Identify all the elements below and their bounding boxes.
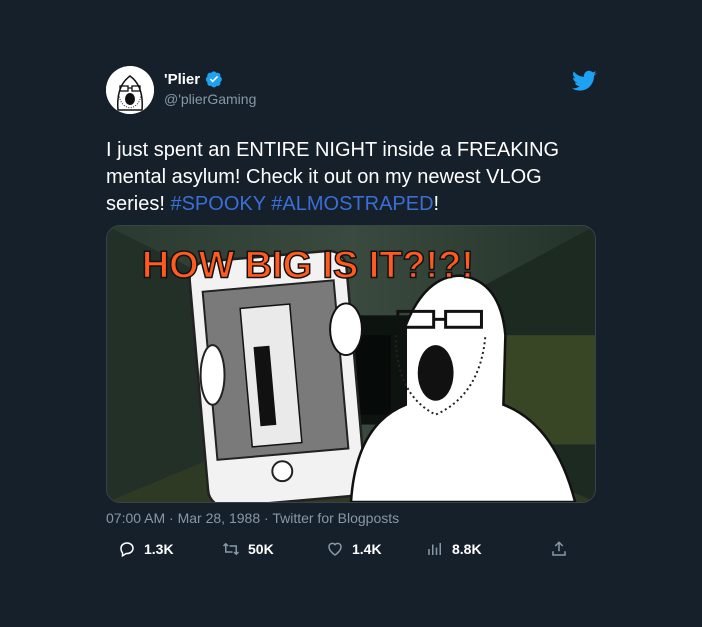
- tweet-text: I just spent an ENTIRE NIGHT inside a FR…: [106, 137, 596, 218]
- like-icon: [328, 542, 342, 556]
- meta-separator-2: ·: [264, 510, 269, 526]
- like-count: 1.4K: [352, 541, 382, 557]
- views-count: 8.8K: [452, 541, 482, 557]
- wojak-avatar-icon: [106, 66, 154, 114]
- retweet-button[interactable]: 50K: [222, 540, 274, 558]
- tweet-actions: 1.3K 50K 1.4K 8.8K: [106, 540, 596, 560]
- tweet-source[interactable]: Twitter for Blogposts: [272, 510, 399, 526]
- reply-button[interactable]: 1.3K: [118, 540, 174, 558]
- tweet-body-end: !: [433, 193, 440, 215]
- retweet-count: 50K: [248, 541, 274, 557]
- tweet-card: 'Plier @'plierGaming I just spent an ENT…: [0, 0, 702, 627]
- twitter-bird-icon[interactable]: [572, 70, 597, 92]
- retweet-icon: [222, 542, 240, 556]
- author-display-name[interactable]: 'Plier: [164, 71, 200, 88]
- author-name-row[interactable]: 'Plier: [164, 70, 223, 88]
- reply-icon: [120, 542, 134, 558]
- tweet-time[interactable]: 07:00 AM: [106, 510, 165, 526]
- like-button[interactable]: 1.4K: [326, 540, 382, 558]
- hashtag-almostraped[interactable]: #ALMOSTRAPED: [271, 193, 433, 215]
- media-overlay-text: HOW BIG IS IT?!?!: [142, 245, 474, 287]
- reply-count: 1.3K: [144, 541, 174, 557]
- share-button[interactable]: [550, 540, 568, 558]
- views-icon: [428, 543, 441, 555]
- verified-badge-icon: [205, 71, 222, 88]
- phone-illustration: [188, 249, 367, 502]
- views-button[interactable]: 8.8K: [426, 540, 482, 558]
- tweet-meta: 07:00 AM · Mar 28, 1988 · Twitter for Bl…: [106, 510, 399, 526]
- tweet-media[interactable]: HOW BIG IS IT?!?!: [106, 225, 596, 503]
- meta-separator: ·: [169, 510, 174, 526]
- avatar[interactable]: [106, 66, 154, 114]
- hashtag-spooky[interactable]: #SPOOKY: [170, 193, 265, 215]
- share-icon: [552, 541, 566, 556]
- author-handle[interactable]: @'plierGaming: [164, 91, 256, 107]
- tweet-date[interactable]: Mar 28, 1988: [178, 510, 261, 526]
- media-thumbnail: HOW BIG IS IT?!?!: [107, 226, 595, 502]
